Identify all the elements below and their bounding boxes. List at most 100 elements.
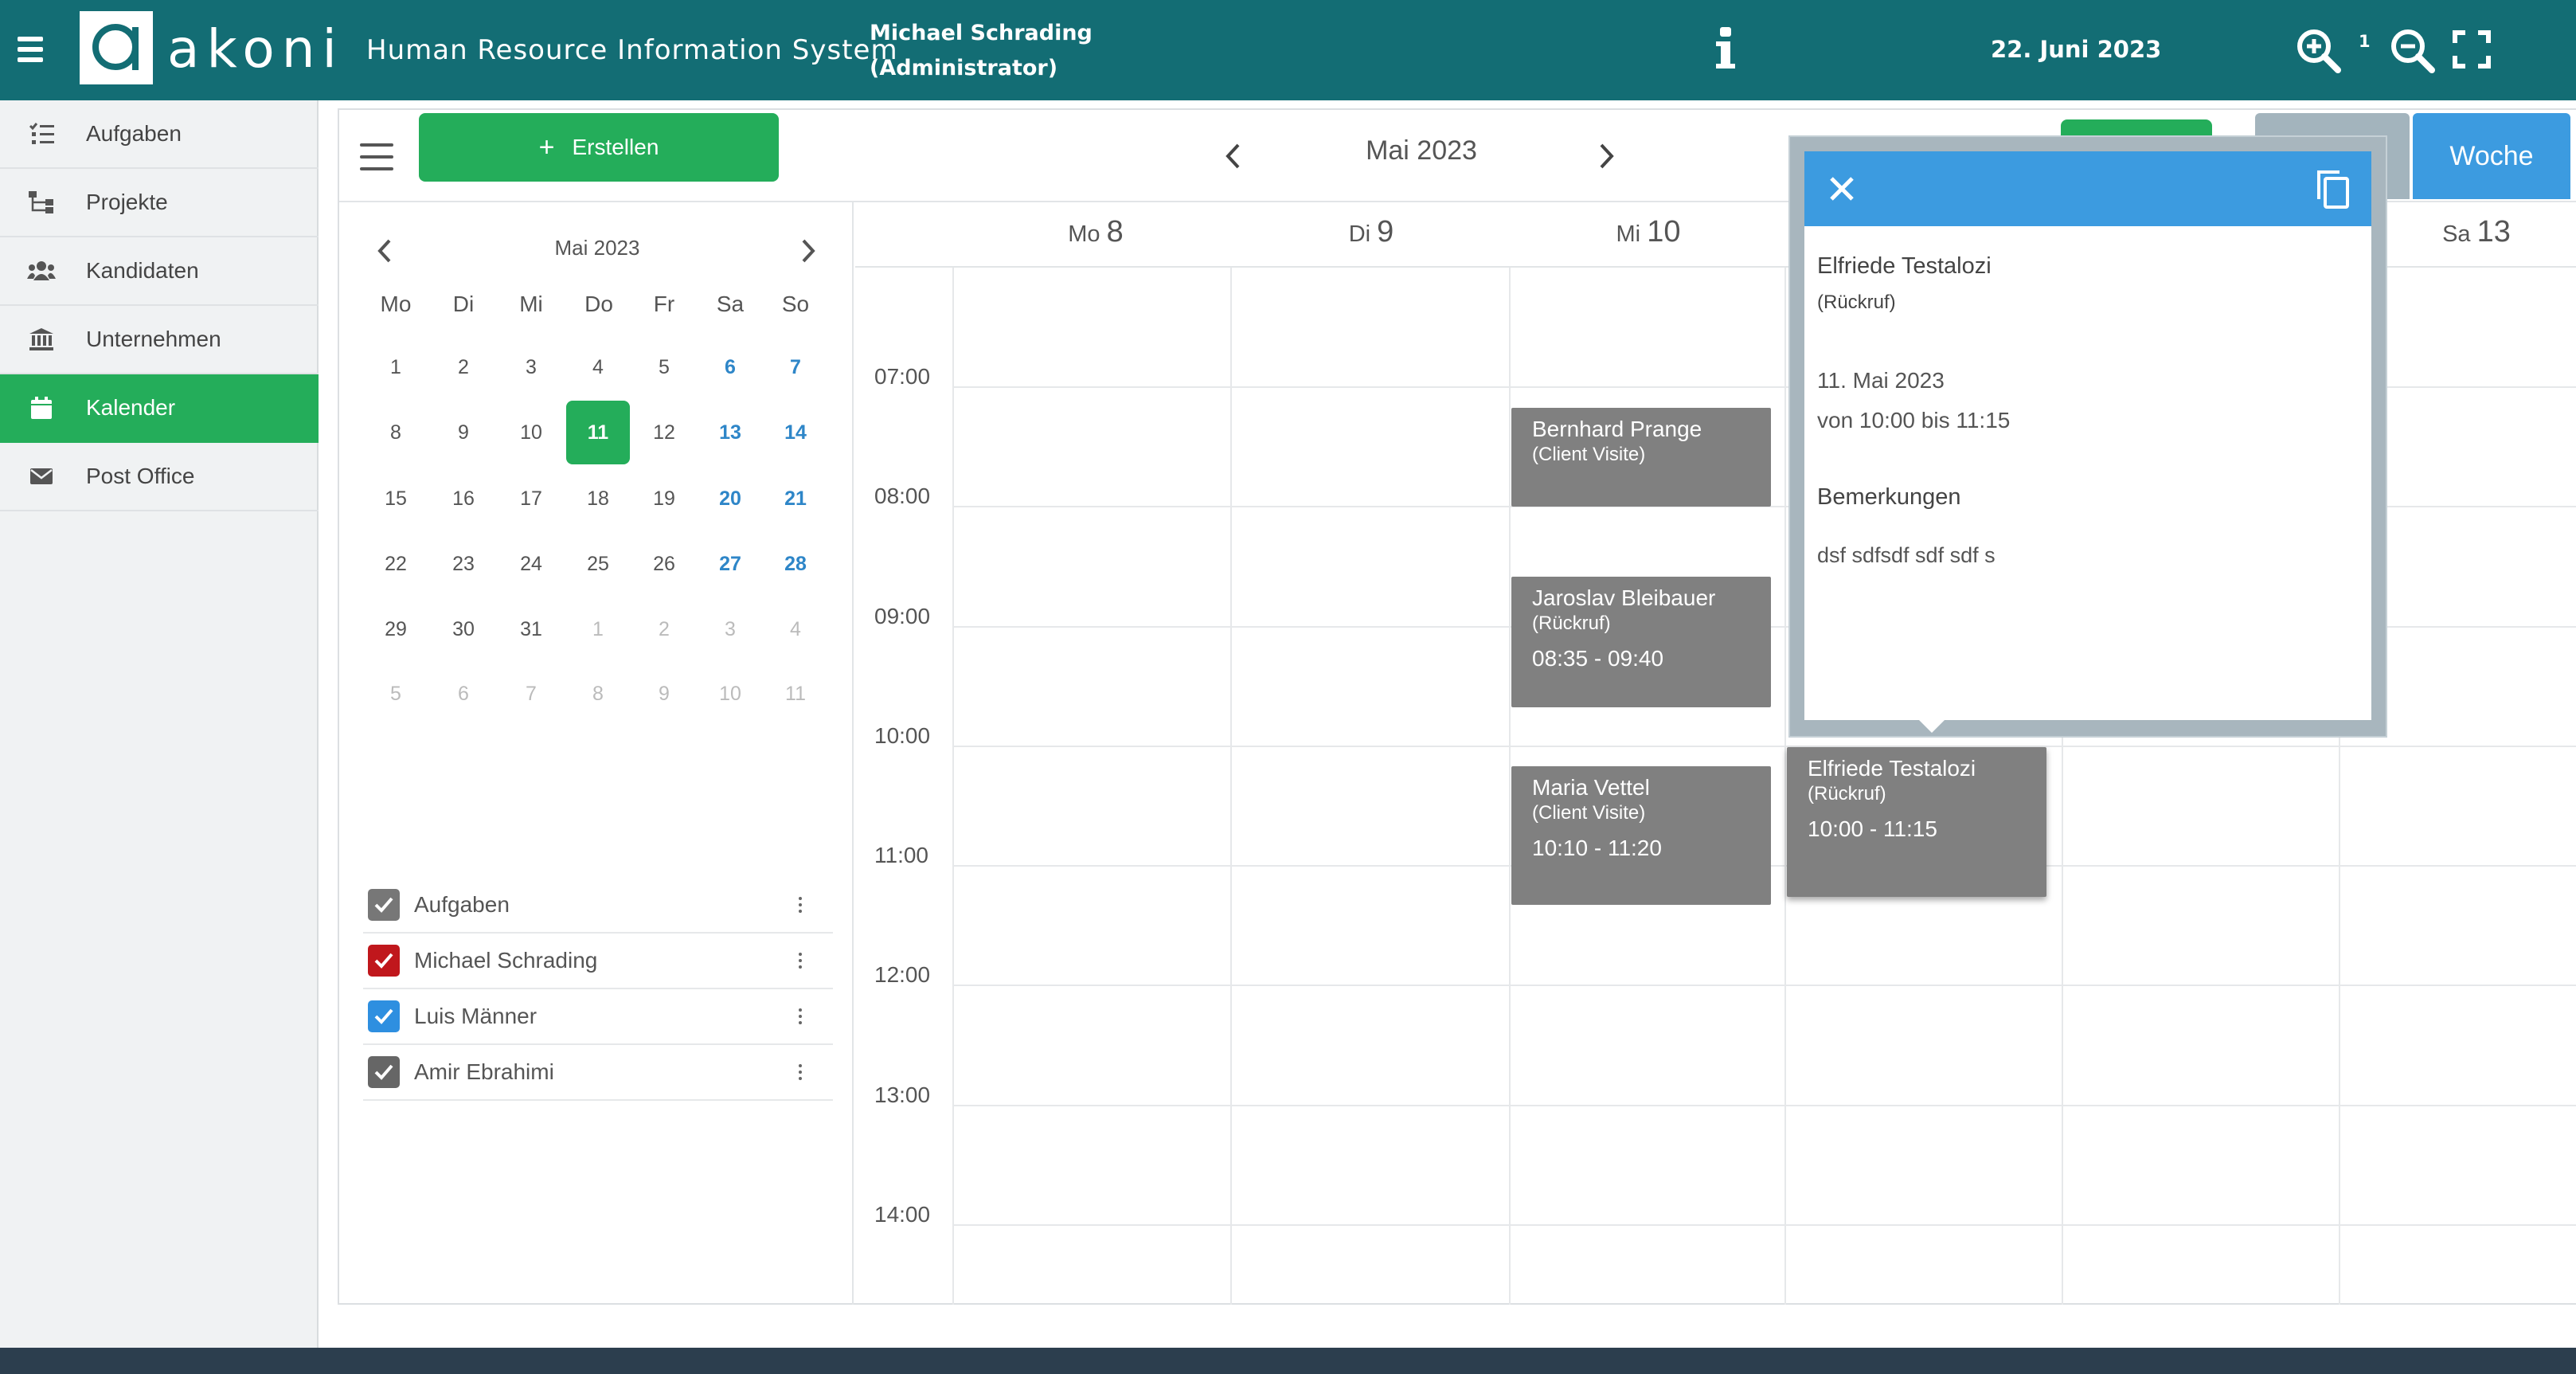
zoom-in-icon[interactable] — [2295, 27, 2343, 75]
mini-calendar-day[interactable]: 24 — [499, 532, 563, 596]
calendar-checkbox[interactable] — [368, 889, 400, 921]
day-column-header[interactable]: Di 9 — [1308, 215, 1435, 249]
mini-calendar-next-icon[interactable] — [799, 237, 817, 264]
day-number: 8 — [1106, 215, 1124, 249]
calendar-menu-icon[interactable] — [360, 143, 393, 170]
mini-calendar-day-other-month[interactable]: 4 — [764, 597, 827, 661]
mini-calendar-day[interactable]: 28 — [764, 532, 827, 596]
close-icon[interactable] — [1824, 170, 1860, 207]
more-options-icon[interactable] — [788, 893, 812, 917]
weekday-header: So — [781, 292, 810, 316]
sidebar-item-kandidaten[interactable]: Kandidaten — [0, 237, 319, 306]
day-column-header[interactable]: Sa 13 — [2413, 215, 2540, 249]
mini-calendar-day[interactable]: 30 — [432, 597, 495, 661]
logo-icon — [80, 11, 153, 84]
weekday-header: Sa — [716, 292, 745, 316]
sidebar-item-post-office[interactable]: Post Office — [0, 443, 319, 511]
mini-calendar-day-other-month[interactable]: 1 — [566, 597, 630, 661]
week-view-button[interactable]: Woche — [2413, 113, 2570, 199]
calendar-list-item: Luis Männer — [363, 989, 833, 1045]
mini-calendar-day[interactable]: 13 — [698, 401, 762, 464]
mini-calendar-day[interactable]: 8 — [364, 401, 428, 464]
mini-calendar-day-other-month[interactable]: 10 — [698, 662, 762, 726]
mini-calendar-day-other-month[interactable]: 2 — [632, 597, 696, 661]
day-number: 9 — [1377, 215, 1394, 249]
day-number: 13 — [2476, 215, 2511, 249]
sidebar-item-projekte[interactable]: Projekte — [0, 169, 319, 237]
weekday-header: Di — [452, 292, 475, 316]
mini-calendar-day[interactable]: 17 — [499, 467, 563, 530]
day-column-header[interactable]: Mo 8 — [1032, 215, 1159, 249]
mini-calendar-day[interactable]: 1 — [364, 335, 428, 399]
mini-calendar-day[interactable]: 10 — [499, 401, 563, 464]
mini-calendar-day-other-month[interactable]: 3 — [698, 597, 762, 661]
previous-week-icon[interactable] — [1223, 140, 1242, 172]
mini-calendar-day[interactable]: 14 — [764, 401, 827, 464]
time-label: 12:00 — [874, 962, 931, 987]
mini-calendar-day[interactable]: 4 — [566, 335, 630, 399]
mini-calendar-prev-icon[interactable] — [376, 237, 393, 264]
more-options-icon[interactable] — [788, 1060, 812, 1084]
mini-calendar-day[interactable]: 25 — [566, 532, 630, 596]
bank-icon — [27, 325, 56, 354]
mini-calendar-day[interactable]: 7 — [764, 335, 827, 399]
mini-calendar-day[interactable]: 19 — [632, 467, 696, 530]
more-options-icon[interactable] — [788, 1004, 812, 1028]
mini-calendar-day[interactable]: 23 — [432, 532, 495, 596]
popover-notes-label: Bemerkungen — [1817, 484, 1961, 510]
mini-calendar-day[interactable]: 16 — [432, 467, 495, 530]
calendar-event-selected[interactable]: Elfriede Testalozi (Rückruf) 10:00 - 11:… — [1787, 747, 2046, 897]
sidebar-item-label: Kandidaten — [86, 258, 199, 283]
day-column-header[interactable]: Mi 10 — [1585, 215, 1712, 249]
mini-calendar-day[interactable]: 31 — [499, 597, 563, 661]
mini-calendar-day[interactable]: 15 — [364, 467, 428, 530]
event-title: Jaroslav Bleibauer — [1532, 585, 1716, 610]
info-icon[interactable] — [1714, 24, 1738, 72]
more-options-icon[interactable] — [788, 949, 812, 973]
weekday-header: Fr — [653, 292, 675, 316]
mini-calendar-day[interactable]: 3 — [499, 335, 563, 399]
calendar-checkbox[interactable] — [368, 1000, 400, 1032]
mini-calendar-day[interactable]: 18 — [566, 467, 630, 530]
weekday-label: Mo — [1068, 221, 1100, 247]
mini-calendar-day[interactable]: 6 — [698, 335, 762, 399]
calendar-checkbox[interactable] — [368, 945, 400, 977]
mini-calendar-day[interactable]: 20 — [698, 467, 762, 530]
mini-calendar-day-selected[interactable]: 11 — [566, 401, 630, 464]
calendar-checkbox[interactable] — [368, 1056, 400, 1088]
next-week-icon[interactable] — [1597, 140, 1616, 172]
mini-calendar-day-other-month[interactable]: 8 — [566, 662, 630, 726]
user-name[interactable]: Michael Schrading — [870, 16, 1093, 51]
sidebar-item-unternehmen[interactable]: Unternehmen — [0, 306, 319, 374]
calendar-event[interactable]: Jaroslav Bleibauer (Rückruf) 08:35 - 09:… — [1511, 577, 1771, 707]
event-type: (Rückruf) — [1532, 613, 1611, 634]
mini-calendar-day[interactable]: 22 — [364, 532, 428, 596]
mini-calendar-day-other-month[interactable]: 5 — [364, 662, 428, 726]
mini-calendar-day[interactable]: 27 — [698, 532, 762, 596]
create-button[interactable]: + Erstellen — [419, 113, 779, 182]
sidebar-item-label: Post Office — [86, 464, 195, 488]
event-time: 10:10 - 11:20 — [1532, 836, 1662, 860]
calendar-name: Aufgaben — [414, 892, 510, 917]
mini-calendar-day-other-month[interactable]: 9 — [632, 662, 696, 726]
fullscreen-icon[interactable] — [2453, 30, 2491, 69]
mini-calendar-day-other-month[interactable]: 11 — [764, 662, 827, 726]
sidebar-item-kalender[interactable]: Kalender — [0, 374, 319, 443]
sidebar-item-aufgaben[interactable]: Aufgaben — [0, 100, 319, 169]
mini-calendar-day-other-month[interactable]: 7 — [499, 662, 563, 726]
mini-calendar-day[interactable]: 5 — [632, 335, 696, 399]
mini-calendar-day[interactable]: 29 — [364, 597, 428, 661]
mini-calendar-day[interactable]: 9 — [432, 401, 495, 464]
calendar-event[interactable]: Maria Vettel (Client Visite) 10:10 - 11:… — [1511, 766, 1771, 905]
mini-calendar-day[interactable]: 2 — [432, 335, 495, 399]
copy-icon[interactable] — [2314, 167, 2352, 210]
mini-calendar-day[interactable]: 26 — [632, 532, 696, 596]
calendar-event[interactable]: Bernhard Prange (Client Visite) — [1511, 408, 1771, 507]
mini-calendar-day-other-month[interactable]: 6 — [432, 662, 495, 726]
zoom-out-icon[interactable] — [2389, 27, 2437, 75]
mini-calendar-day[interactable]: 12 — [632, 401, 696, 464]
sidebar-item-label: Aufgaben — [86, 121, 182, 146]
mini-calendar-day[interactable]: 21 — [764, 467, 827, 530]
hamburger-menu-icon[interactable] — [14, 32, 46, 67]
event-popover-header — [1804, 151, 2371, 226]
